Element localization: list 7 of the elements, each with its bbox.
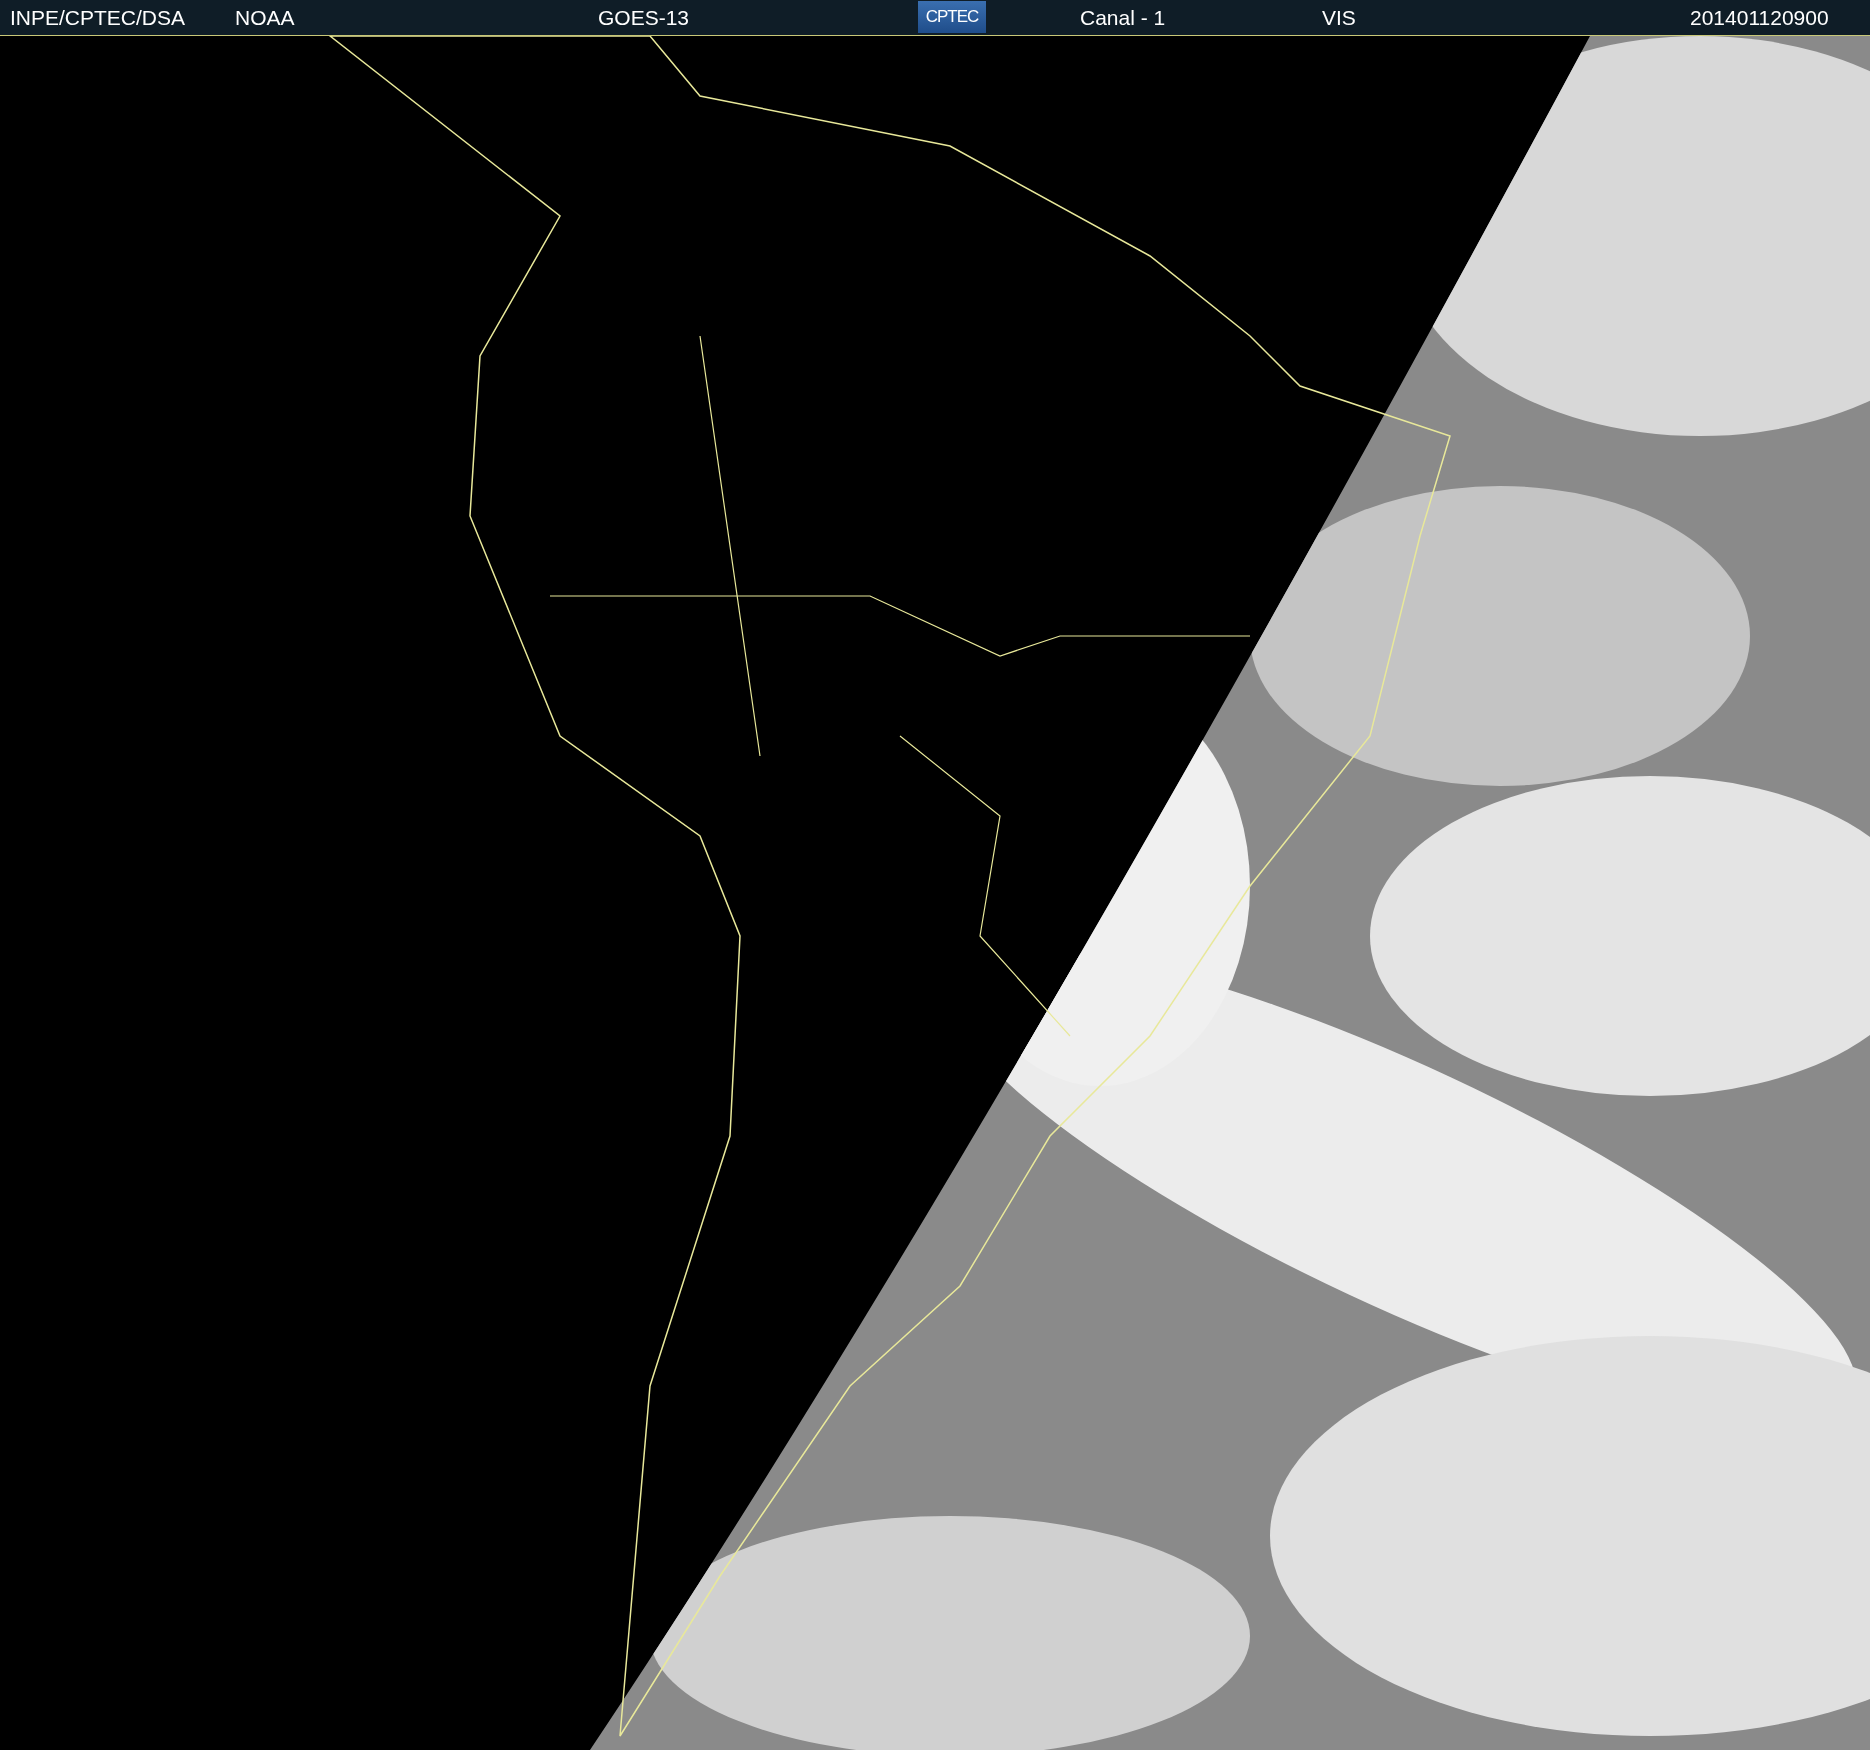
header-label: Canal - 1	[1080, 7, 1166, 29]
header-label: NOAA	[235, 7, 295, 29]
header-label: VIS	[1322, 7, 1356, 29]
header-label: GOES-13	[598, 7, 690, 29]
header-label: INPE/CPTEC/DSA	[10, 7, 186, 29]
header-label: 201401120900	[1690, 7, 1829, 29]
logo: CPTEC	[918, 1, 986, 33]
